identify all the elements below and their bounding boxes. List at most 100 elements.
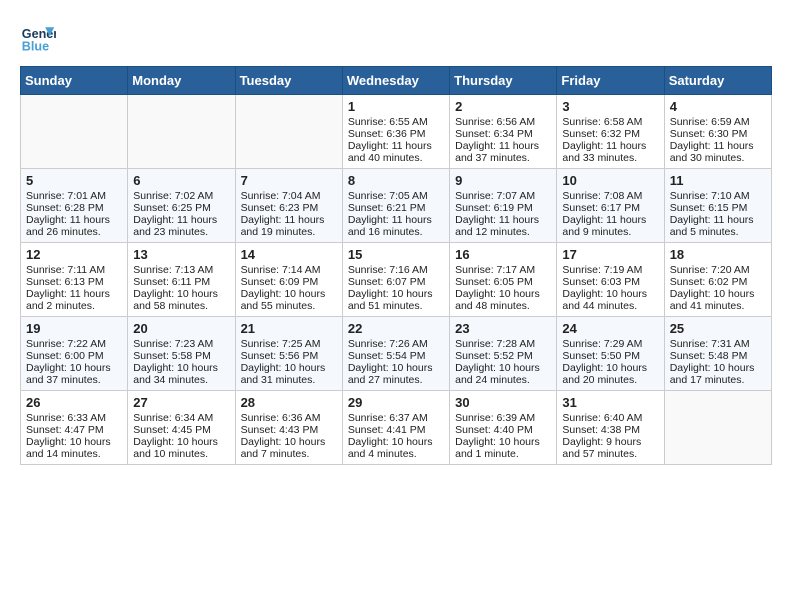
day-info: and 16 minutes. <box>348 226 444 238</box>
day-info: and 26 minutes. <box>26 226 122 238</box>
calendar-cell: 25Sunrise: 7:31 AMSunset: 5:48 PMDayligh… <box>664 317 771 391</box>
day-info: and 33 minutes. <box>562 152 658 164</box>
day-info: Daylight: 10 hours <box>348 362 444 374</box>
day-info: and 27 minutes. <box>348 374 444 386</box>
day-info: Daylight: 10 hours <box>133 288 229 300</box>
day-info: Daylight: 11 hours <box>348 214 444 226</box>
calendar-cell: 28Sunrise: 6:36 AMSunset: 4:43 PMDayligh… <box>235 391 342 465</box>
day-number: 12 <box>26 247 122 262</box>
day-info: Sunset: 4:41 PM <box>348 424 444 436</box>
day-number: 23 <box>455 321 551 336</box>
day-info: Sunrise: 6:39 AM <box>455 412 551 424</box>
day-info: Sunset: 6:11 PM <box>133 276 229 288</box>
day-info: Daylight: 10 hours <box>670 362 766 374</box>
day-info: Sunrise: 7:22 AM <box>26 338 122 350</box>
calendar-cell: 20Sunrise: 7:23 AMSunset: 5:58 PMDayligh… <box>128 317 235 391</box>
day-info: and 30 minutes. <box>670 152 766 164</box>
day-info: and 23 minutes. <box>133 226 229 238</box>
day-info: Daylight: 10 hours <box>348 288 444 300</box>
day-info: and 41 minutes. <box>670 300 766 312</box>
day-info: Daylight: 10 hours <box>241 288 337 300</box>
day-number: 2 <box>455 99 551 114</box>
day-info: Daylight: 10 hours <box>26 436 122 448</box>
day-info: Sunset: 6:15 PM <box>670 202 766 214</box>
day-number: 16 <box>455 247 551 262</box>
day-number: 17 <box>562 247 658 262</box>
day-info: Sunrise: 6:33 AM <box>26 412 122 424</box>
day-number: 28 <box>241 395 337 410</box>
day-info: and 7 minutes. <box>241 448 337 460</box>
day-info: and 5 minutes. <box>670 226 766 238</box>
page-header: General Blue <box>20 20 772 56</box>
day-info: Daylight: 10 hours <box>241 436 337 448</box>
day-info: Sunrise: 7:28 AM <box>455 338 551 350</box>
day-info: Sunrise: 6:56 AM <box>455 116 551 128</box>
day-info: Sunset: 6:19 PM <box>455 202 551 214</box>
day-info: Daylight: 11 hours <box>133 214 229 226</box>
day-number: 15 <box>348 247 444 262</box>
day-number: 29 <box>348 395 444 410</box>
day-info: Sunset: 5:52 PM <box>455 350 551 362</box>
day-info: and 24 minutes. <box>455 374 551 386</box>
day-number: 31 <box>562 395 658 410</box>
day-info: and 58 minutes. <box>133 300 229 312</box>
day-number: 19 <box>26 321 122 336</box>
day-info: Sunset: 6:30 PM <box>670 128 766 140</box>
day-info: and 19 minutes. <box>241 226 337 238</box>
calendar-cell: 16Sunrise: 7:17 AMSunset: 6:05 PMDayligh… <box>450 243 557 317</box>
day-info: Sunset: 4:43 PM <box>241 424 337 436</box>
day-info: Sunset: 6:17 PM <box>562 202 658 214</box>
calendar-cell: 14Sunrise: 7:14 AMSunset: 6:09 PMDayligh… <box>235 243 342 317</box>
day-info: Daylight: 11 hours <box>241 214 337 226</box>
calendar-cell <box>664 391 771 465</box>
logo-icon: General Blue <box>20 20 56 56</box>
day-info: Daylight: 10 hours <box>670 288 766 300</box>
day-info: and 34 minutes. <box>133 374 229 386</box>
day-info: Daylight: 10 hours <box>133 436 229 448</box>
calendar-cell: 1Sunrise: 6:55 AMSunset: 6:36 PMDaylight… <box>342 95 449 169</box>
day-info: Sunset: 6:13 PM <box>26 276 122 288</box>
day-info: and 37 minutes. <box>455 152 551 164</box>
day-info: Sunset: 4:47 PM <box>26 424 122 436</box>
day-info: Daylight: 11 hours <box>455 140 551 152</box>
day-info: Sunrise: 6:37 AM <box>348 412 444 424</box>
calendar-cell: 11Sunrise: 7:10 AMSunset: 6:15 PMDayligh… <box>664 169 771 243</box>
calendar-cell: 29Sunrise: 6:37 AMSunset: 4:41 PMDayligh… <box>342 391 449 465</box>
day-info: and 57 minutes. <box>562 448 658 460</box>
day-info: Sunset: 5:48 PM <box>670 350 766 362</box>
day-info: Sunset: 5:50 PM <box>562 350 658 362</box>
calendar-cell: 30Sunrise: 6:39 AMSunset: 4:40 PMDayligh… <box>450 391 557 465</box>
calendar-cell: 10Sunrise: 7:08 AMSunset: 6:17 PMDayligh… <box>557 169 664 243</box>
calendar-cell: 15Sunrise: 7:16 AMSunset: 6:07 PMDayligh… <box>342 243 449 317</box>
day-info: and 10 minutes. <box>133 448 229 460</box>
day-info: and 1 minute. <box>455 448 551 460</box>
day-info: Sunset: 5:58 PM <box>133 350 229 362</box>
day-info: Sunrise: 7:25 AM <box>241 338 337 350</box>
day-info: Sunrise: 7:31 AM <box>670 338 766 350</box>
day-number: 11 <box>670 173 766 188</box>
day-info: and 12 minutes. <box>455 226 551 238</box>
day-number: 27 <box>133 395 229 410</box>
day-info: Daylight: 10 hours <box>562 362 658 374</box>
calendar-cell <box>128 95 235 169</box>
day-info: and 14 minutes. <box>26 448 122 460</box>
day-number: 21 <box>241 321 337 336</box>
day-info: and 2 minutes. <box>26 300 122 312</box>
day-info: Sunset: 4:40 PM <box>455 424 551 436</box>
day-info: Sunrise: 6:58 AM <box>562 116 658 128</box>
svg-text:Blue: Blue <box>22 40 49 54</box>
day-number: 3 <box>562 99 658 114</box>
day-info: and 51 minutes. <box>348 300 444 312</box>
day-info: Sunset: 6:32 PM <box>562 128 658 140</box>
day-info: and 4 minutes. <box>348 448 444 460</box>
calendar-cell: 19Sunrise: 7:22 AMSunset: 6:00 PMDayligh… <box>21 317 128 391</box>
day-info: and 37 minutes. <box>26 374 122 386</box>
day-info: and 9 minutes. <box>562 226 658 238</box>
day-info: Daylight: 10 hours <box>26 362 122 374</box>
weekday-header: Friday <box>557 67 664 95</box>
day-number: 22 <box>348 321 444 336</box>
day-info: Sunrise: 6:59 AM <box>670 116 766 128</box>
day-info: and 31 minutes. <box>241 374 337 386</box>
day-number: 1 <box>348 99 444 114</box>
day-info: Daylight: 11 hours <box>670 140 766 152</box>
